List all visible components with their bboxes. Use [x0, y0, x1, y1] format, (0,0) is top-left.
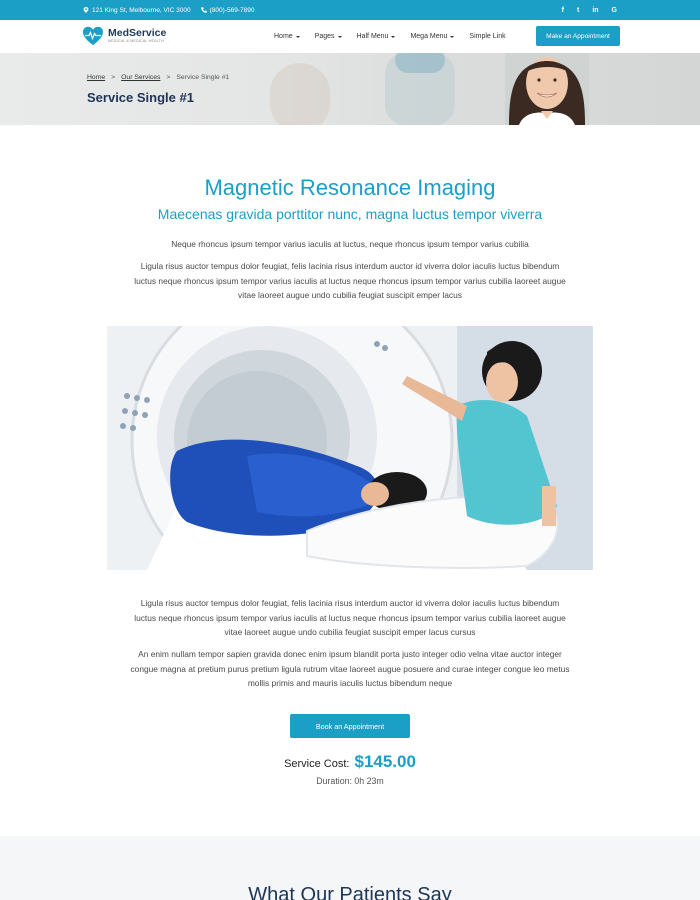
- nav-mega-menu[interactable]: Mega Menu: [410, 33, 455, 40]
- brand-name: MedService: [108, 27, 167, 39]
- description-paragraph: Ligula risus auctor tempus dolor feugiat…: [134, 261, 566, 300]
- details-paragraph: Ligula risus auctor tempus dolor feugiat…: [134, 598, 566, 637]
- twitter-icon[interactable]: t: [577, 7, 579, 14]
- phone-text: (800)-569-7890: [209, 6, 255, 14]
- service-title: Magnetic Resonance Imaging: [204, 175, 496, 200]
- breadcrumb-separator: >: [166, 74, 171, 81]
- nav-simple-link[interactable]: Simple Link: [469, 33, 505, 40]
- page-title: Service Single #1: [87, 90, 194, 105]
- service-subtitle: Maecenas gravida porttitor nunc, magna l…: [157, 206, 543, 222]
- service-duration: Duration: 0h 23m: [316, 776, 384, 786]
- google-icon[interactable]: G: [612, 7, 617, 14]
- address-text: 121 King St, Melbourne, VIC 3000: [92, 6, 191, 14]
- service-cost-label: Service Cost:: [284, 758, 350, 770]
- logo[interactable]: MedService MEDICAL & MEDICAL HEALTH: [82, 26, 166, 46]
- phone: (800)-569-7890: [200, 6, 255, 14]
- chevron-down-icon: [337, 35, 342, 38]
- banner-background-figure: [270, 63, 330, 125]
- chevron-down-icon: [391, 35, 396, 38]
- breadcrumb-our-services[interactable]: Our Services: [121, 74, 160, 81]
- phone-icon: [200, 7, 207, 13]
- banner-background-figure: [395, 53, 445, 73]
- breadcrumb-current: Service Single #1: [176, 74, 230, 81]
- testimonials-heading: What Our Patients Say: [248, 884, 452, 900]
- linkedin-icon[interactable]: in: [592, 7, 598, 14]
- address: 121 King St, Melbourne, VIC 3000: [83, 7, 191, 14]
- make-appointment-button[interactable]: Make an Appointment: [536, 26, 620, 46]
- nav-home-label: Home: [274, 33, 293, 40]
- nav-half-menu-label: Half Menu: [356, 33, 389, 40]
- nav-home[interactable]: Home: [274, 33, 300, 40]
- contact-info: 121 King St, Melbourne, VIC 3000 (800)-5…: [83, 0, 254, 20]
- top-bar: 121 King St, Melbourne, VIC 3000 (800)-5…: [0, 0, 700, 20]
- intro-paragraph: Neque rhoncus ipsum tempor varius iaculi…: [171, 239, 529, 249]
- heart-logo-icon: [83, 26, 103, 45]
- nav-mega-menu-label: Mega Menu: [410, 33, 448, 40]
- site-header: MedService MEDICAL & MEDICAL HEALTH Home…: [0, 20, 700, 53]
- breadcrumb: Home > Our Services > Service Single #1: [87, 74, 229, 81]
- location-pin-icon: [83, 7, 89, 13]
- breadcrumb-home[interactable]: Home: [87, 74, 105, 81]
- brand-tagline: MEDICAL & MEDICAL HEALTH: [108, 39, 164, 43]
- social-links: f t in G: [562, 0, 617, 20]
- chevron-down-icon: [450, 35, 455, 38]
- service-cost: Service Cost: $145.00: [0, 752, 700, 772]
- book-appointment-button[interactable]: Book an Appointment: [290, 714, 410, 738]
- nav-simple-link-label: Simple Link: [469, 33, 506, 40]
- nav-pages-label: Pages: [314, 33, 335, 40]
- extra-paragraph: An enim nullam tempor sapien gravida don…: [130, 649, 570, 688]
- doctor-portrait-image: [505, 53, 589, 125]
- breadcrumb-separator: >: [111, 74, 116, 81]
- mri-scan-photo: [107, 326, 593, 570]
- nav-half-menu[interactable]: Half Menu: [357, 33, 396, 40]
- service-cost-value: $145.00: [354, 752, 416, 771]
- chevron-down-icon: [295, 35, 300, 38]
- nav-pages[interactable]: Pages: [315, 33, 342, 40]
- page-banner: Home > Our Services > Service Single #1 …: [0, 53, 700, 125]
- testimonials-section: What Our Patients Say: [0, 836, 700, 900]
- facebook-icon[interactable]: f: [562, 7, 564, 14]
- main-nav: Home Pages Half Menu Mega Menu Simple Li…: [274, 20, 521, 53]
